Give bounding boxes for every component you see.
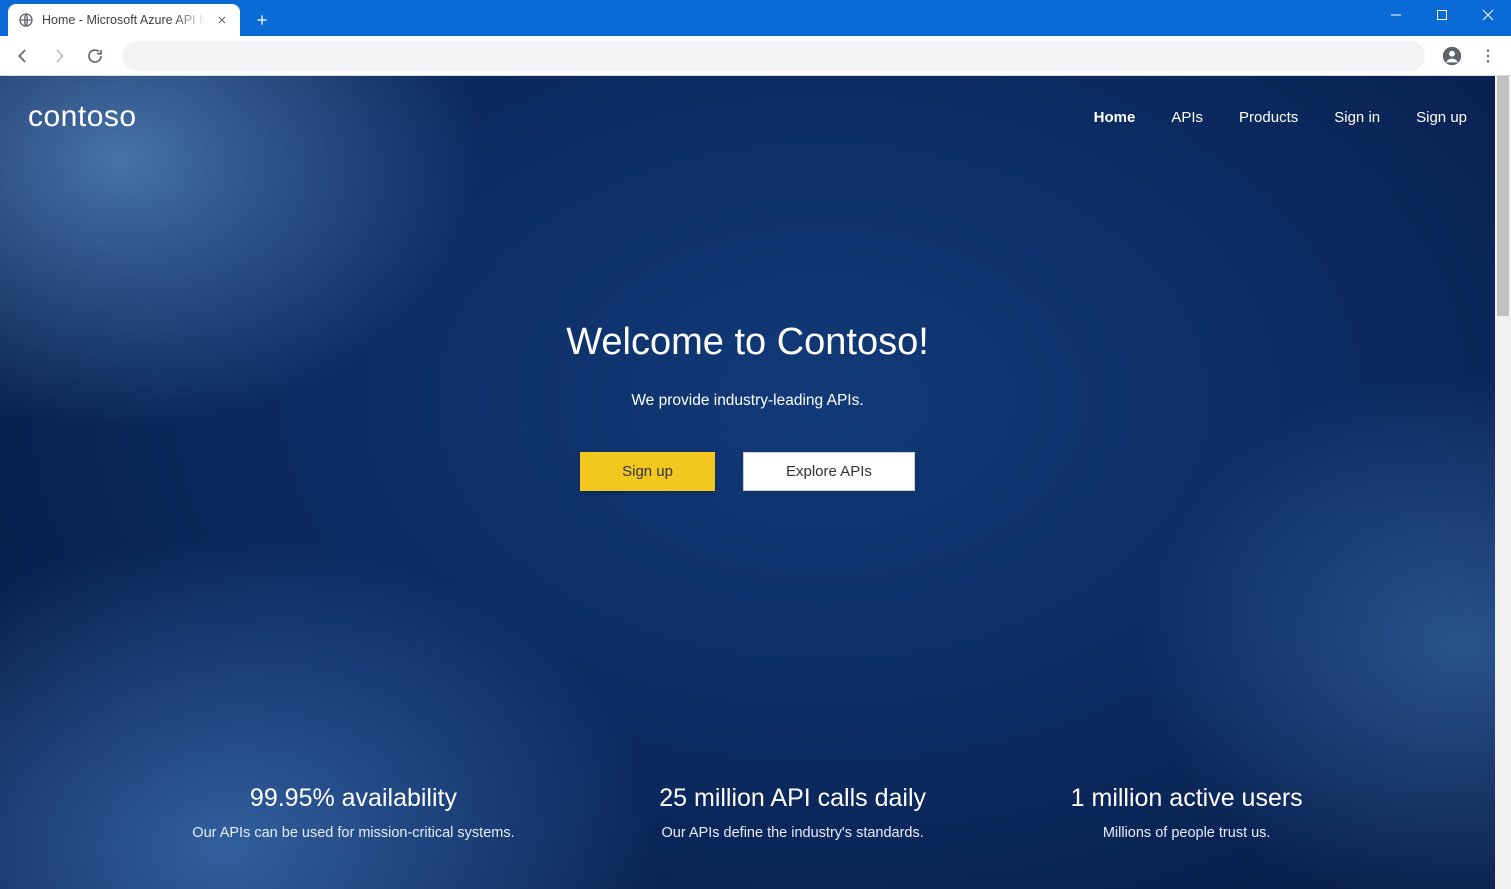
- back-button[interactable]: [8, 41, 38, 71]
- window-controls: [1373, 0, 1511, 32]
- site-header: contoso Home APIs Products Sign in Sign …: [0, 76, 1495, 134]
- stat-sub: Our APIs define the industry's standards…: [659, 825, 926, 841]
- stat-headline: 99.95% availability: [192, 784, 514, 813]
- browser-tab[interactable]: Home - Microsoft Azure API Management: [8, 4, 240, 36]
- maximize-button[interactable]: [1419, 0, 1465, 30]
- brand-logo[interactable]: contoso: [28, 100, 137, 134]
- profile-icon[interactable]: [1437, 41, 1467, 71]
- new-tab-button[interactable]: [248, 6, 276, 34]
- stat-availability: 99.95% availability Our APIs can be used…: [192, 784, 514, 841]
- stat-sub: Our APIs can be used for mission-critica…: [192, 825, 514, 841]
- tab-title: Home - Microsoft Azure API Management: [42, 13, 206, 27]
- scrollbar-thumb[interactable]: [1497, 76, 1509, 316]
- nav-apis[interactable]: APIs: [1171, 109, 1203, 126]
- stat-headline: 25 million API calls daily: [659, 784, 926, 813]
- minimize-button[interactable]: [1373, 0, 1419, 30]
- browser-titlebar: Home - Microsoft Azure API Management: [0, 0, 1511, 36]
- hero-buttons: Sign up Explore APIs: [0, 452, 1495, 491]
- globe-icon: [18, 12, 34, 28]
- hero-section: contoso Home APIs Products Sign in Sign …: [0, 76, 1495, 889]
- vertical-scrollbar[interactable]: [1495, 76, 1511, 889]
- stat-active-users: 1 million active users Millions of peopl…: [1071, 784, 1303, 841]
- page-viewport: contoso Home APIs Products Sign in Sign …: [0, 76, 1511, 889]
- stats-row: 99.95% availability Our APIs can be used…: [0, 784, 1495, 841]
- hero-subtitle: We provide industry-leading APIs.: [0, 392, 1495, 410]
- nav-home[interactable]: Home: [1094, 109, 1136, 126]
- hero-content: Welcome to Contoso! We provide industry-…: [0, 321, 1495, 491]
- stat-api-calls: 25 million API calls daily Our APIs defi…: [659, 784, 926, 841]
- nav-products[interactable]: Products: [1239, 109, 1298, 126]
- browser-window: Home - Microsoft Azure API Management: [0, 0, 1511, 889]
- nav-signup[interactable]: Sign up: [1416, 109, 1467, 126]
- close-window-button[interactable]: [1465, 0, 1511, 30]
- hero-title: Welcome to Contoso!: [0, 321, 1495, 364]
- stat-sub: Millions of people trust us.: [1071, 825, 1303, 841]
- nav-signin[interactable]: Sign in: [1334, 109, 1380, 126]
- address-bar[interactable]: [122, 41, 1425, 71]
- forward-button[interactable]: [44, 41, 74, 71]
- reload-button[interactable]: [80, 41, 110, 71]
- signup-button[interactable]: Sign up: [580, 452, 715, 491]
- kebab-menu-icon[interactable]: [1473, 41, 1503, 71]
- nav-menu: Home APIs Products Sign in Sign up: [1094, 109, 1467, 126]
- close-icon[interactable]: [214, 12, 230, 28]
- browser-toolbar: [0, 36, 1511, 76]
- explore-apis-button[interactable]: Explore APIs: [743, 452, 915, 491]
- stat-headline: 1 million active users: [1071, 784, 1303, 813]
